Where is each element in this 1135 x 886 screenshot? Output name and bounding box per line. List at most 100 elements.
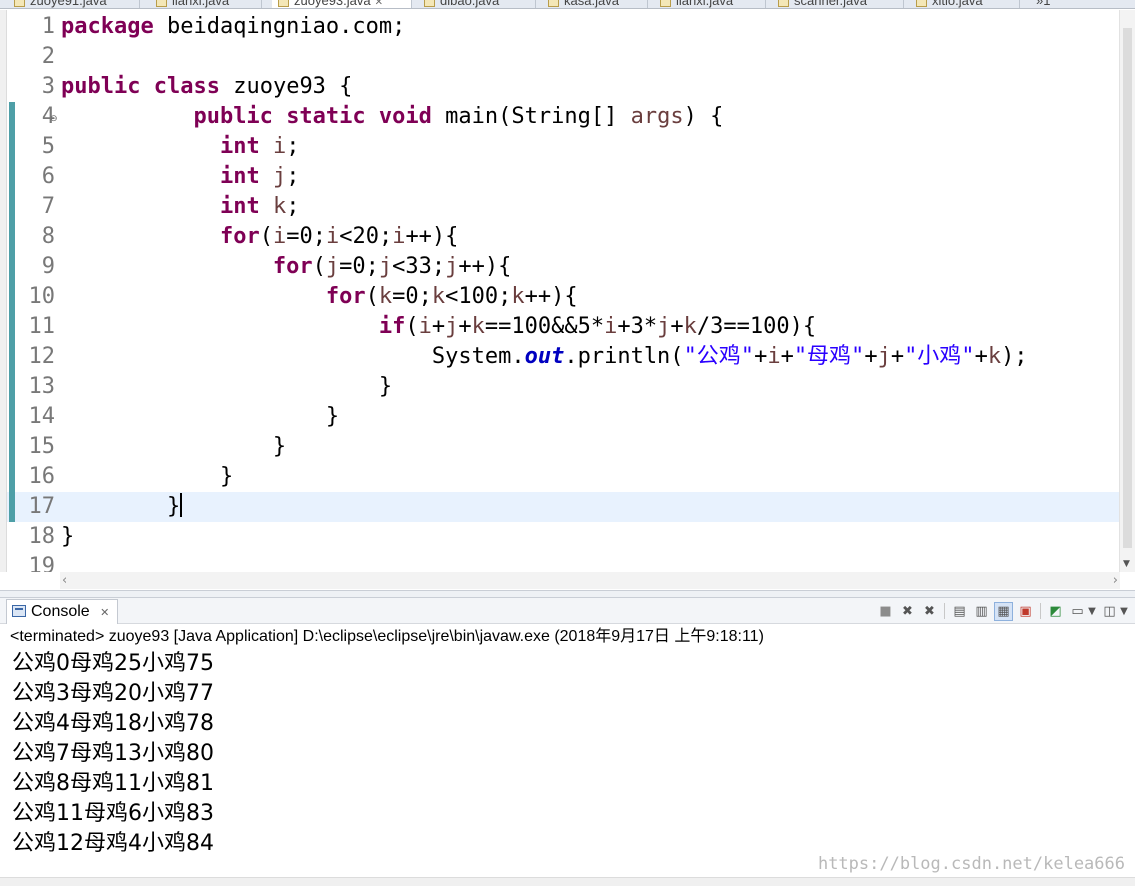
editor-left-ruler [0, 10, 7, 572]
pin-console-icon[interactable]: ◩ [1046, 602, 1065, 621]
editor-horizontal-scrollbar[interactable]: ‹ › [60, 572, 1120, 589]
tab-dibao[interactable]: dibao.java [418, 0, 536, 8]
show-on-output-icon[interactable]: ▣ [1016, 602, 1035, 621]
scroll-down-arrow-icon[interactable]: ▼ [1123, 559, 1130, 569]
editor-vertical-scrollbar[interactable]: ▼ [1119, 10, 1135, 572]
tab-zuoye93[interactable]: zuoye93.java ✕ [272, 0, 412, 8]
code-line[interactable]: 15 } [7, 432, 1128, 462]
terminated-status: <terminated> zuoye93 [Java Application] … [10, 628, 764, 645]
output-line: 公鸡12母鸡4小鸡84 [12, 831, 214, 856]
code-line[interactable]: 7 int k; [7, 192, 1128, 222]
line-number: 17 [28, 494, 56, 519]
fold-collapse-icon[interactable]: ⊖ [50, 104, 58, 134]
code-line[interactable]: 14 } [7, 402, 1128, 432]
code-line[interactable]: 11 if(i+j+k==100&&5*i+3*j+k/3==100){ [7, 312, 1128, 342]
output-line: 公鸡11母鸡6小鸡83 [12, 801, 214, 826]
line-number: 6 [41, 164, 55, 189]
code-line[interactable]: 9 for(j=0;j<33;j++){ [7, 252, 1128, 282]
code-text: } [61, 464, 234, 489]
line-number: 9 [41, 254, 55, 279]
console-horizontal-scrollbar[interactable] [0, 877, 1135, 886]
line-number: 14 [28, 404, 56, 429]
console-output[interactable]: <terminated> zuoye93 [Java Application] … [0, 625, 1135, 877]
code-line[interactable]: 12 System.out.println("公鸡"+i+"母鸡"+j+"小鸡"… [7, 342, 1128, 372]
code-text: int k; [219, 194, 300, 219]
console-toolbar: ■ ✖ ✖ ▤ ▥ ▦ ▣ ◩ ▭ ▼ ◫ ▼ [873, 601, 1129, 621]
line-number: 7 [41, 194, 55, 219]
close-icon[interactable]: ✕ [100, 607, 109, 619]
tab-xitio[interactable]: xitio.java [910, 0, 1020, 8]
chevron-down-icon[interactable]: ▼ [1087, 602, 1097, 621]
code-editor[interactable]: 1 package beidaqingniao.com; 2 3 public … [0, 10, 1135, 572]
remove-all-icon[interactable]: ✖ [920, 602, 939, 621]
code-text: public class zuoye93 { [61, 74, 353, 99]
more-tabs-indicator[interactable]: »1 [1026, 0, 1066, 8]
code-line[interactable]: 13 } [7, 372, 1128, 402]
editor-tab-strip: zuoye91.java lianxi.java zuoye93.java ✕ d… [0, 0, 1135, 9]
display-console-icon[interactable]: ▭ [1068, 602, 1087, 621]
output-line: 公鸡7母鸡13小鸡80 [12, 741, 214, 766]
code-line[interactable]: 6 int j; [7, 162, 1128, 192]
scroll-right-arrow-icon[interactable]: › [1113, 573, 1118, 588]
code-text: if(i+j+k==100&&5*i+3*j+k/3==100){ [378, 314, 817, 339]
console-icon [12, 605, 26, 617]
watermark: https://blog.csdn.net/kelea666 [817, 854, 1125, 874]
code-line[interactable]: 18 } [7, 522, 1128, 552]
code-line[interactable]: 5 int i; [7, 132, 1128, 162]
remove-launch-icon[interactable]: ✖ [898, 602, 917, 621]
code-line[interactable]: 16 } [7, 462, 1128, 492]
view-sash[interactable] [0, 590, 1135, 598]
output-line: 公鸡8母鸡11小鸡81 [12, 771, 214, 796]
code-text: public static void main(String[] args) { [193, 104, 724, 129]
chevron-down-icon[interactable]: ▼ [1119, 602, 1129, 621]
java-file-icon [548, 0, 559, 7]
line-number: 15 [28, 434, 56, 459]
tab-lianxi-2[interactable]: lianxi.java [654, 0, 766, 8]
tab-scanner[interactable]: scanner.java [772, 0, 904, 8]
console-header: Console ✕ ■ ✖ ✖ ▤ ▥ ▦ ▣ ◩ ▭ ▼ ◫ ▼ [0, 598, 1135, 624]
line-number: 13 [28, 374, 56, 399]
terminate-icon[interactable]: ■ [876, 602, 895, 621]
tab-zuoye91[interactable]: zuoye91.java [8, 0, 140, 8]
toolbar-separator [944, 603, 945, 619]
code-text: for(i=0;i<20;i++){ [219, 224, 459, 249]
code-line[interactable]: 1 package beidaqingniao.com; [7, 12, 1128, 42]
output-line: 公鸡0母鸡25小鸡75 [12, 651, 214, 676]
code-line[interactable]: 4 ⊖ public static void main(String[] arg… [7, 102, 1128, 132]
line-number: 5 [41, 134, 55, 159]
java-file-icon [778, 0, 789, 7]
line-number: 10 [28, 284, 56, 309]
code-text: for(j=0;j<33;j++){ [272, 254, 512, 279]
code-line[interactable]: 2 [7, 42, 1128, 72]
java-file-icon [14, 0, 25, 7]
code-text: int i; [219, 134, 300, 159]
clear-console-icon[interactable]: ▤ [950, 602, 969, 621]
java-file-icon [660, 0, 671, 7]
tab-lianxi[interactable]: lianxi.java [150, 0, 262, 8]
toolbar-separator [1040, 603, 1041, 619]
code-text: } [61, 374, 393, 399]
line-number: 12 [28, 344, 56, 369]
java-file-icon [156, 0, 167, 7]
line-number: 11 [28, 314, 56, 339]
open-console-icon[interactable]: ◫ [1100, 602, 1119, 621]
code-text: package beidaqingniao.com; [61, 14, 406, 39]
line-number: 16 [28, 464, 56, 489]
close-icon[interactable]: ✕ [375, 0, 383, 8]
code-line-current[interactable]: 17 } [7, 492, 1128, 522]
code-text: } [61, 493, 183, 519]
scroll-left-arrow-icon[interactable]: ‹ [62, 573, 67, 588]
word-wrap-icon[interactable]: ▦ [994, 601, 1013, 621]
code-line[interactable]: 19 [7, 552, 1128, 572]
code-line[interactable]: 8 for(i=0;i<20;i++){ [7, 222, 1128, 252]
code-line[interactable]: 3 public class zuoye93 { [7, 72, 1128, 102]
scrollbar-thumb[interactable] [1123, 28, 1132, 548]
tab-console[interactable]: Console ✕ [6, 599, 119, 624]
line-number: 8 [41, 224, 55, 249]
scroll-lock-icon[interactable]: ▥ [972, 602, 991, 621]
code-line[interactable]: 10 for(k=0;k<100;k++){ [7, 282, 1128, 312]
code-text: } [61, 524, 75, 549]
code-text: } [61, 404, 340, 429]
line-number: 1 [41, 14, 55, 39]
tab-kasa[interactable]: kasa.java [542, 0, 648, 8]
